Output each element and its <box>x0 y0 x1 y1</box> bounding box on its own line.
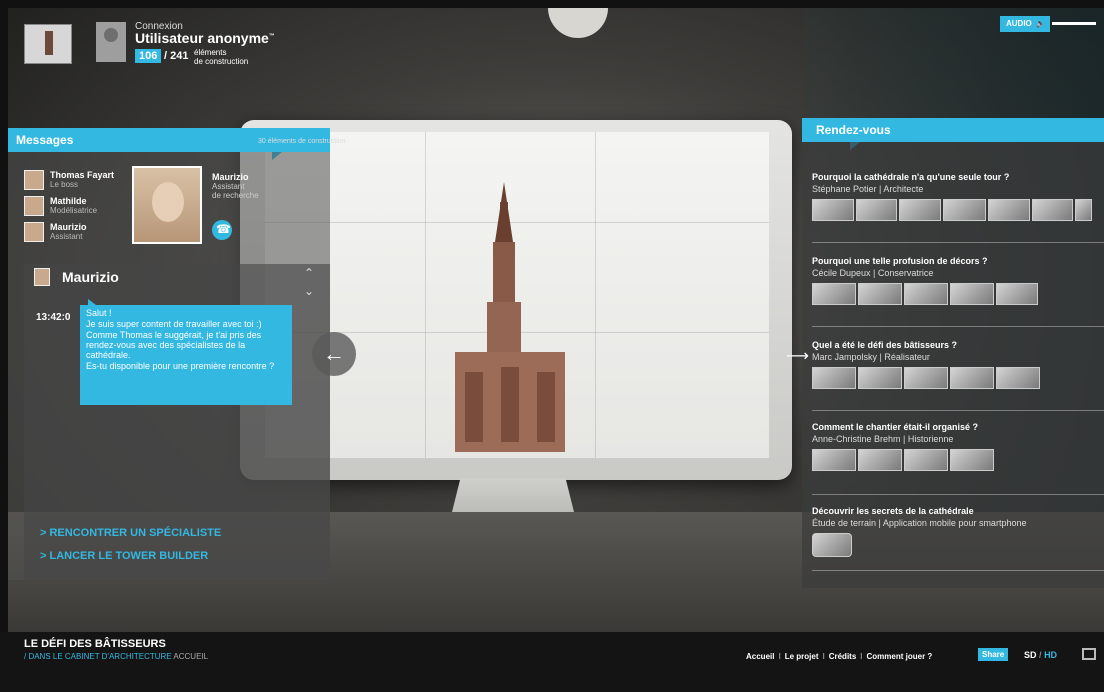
chat-contact-avatar <box>34 268 50 286</box>
contact-avatar <box>24 196 44 216</box>
footer-nav: Accueil I Le projet I Crédits I Comment jou… <box>746 652 933 661</box>
breadcrumb: / DANS LE CABINET D'ARCHITECTURE ACCUEIL <box>24 652 209 661</box>
message-time: 13:42:0 <box>36 312 71 323</box>
contact-avatar <box>24 170 44 190</box>
nav-credits[interactable]: Crédits <box>829 652 857 661</box>
rendezvous-item[interactable]: Découvrir les secrets de la cathédrale É… <box>812 506 1092 557</box>
fullscreen-icon[interactable] <box>1082 648 1096 660</box>
chat-contact-name: Maurizio <box>62 269 119 285</box>
audio-toggle[interactable]: AUDIO 🔈 <box>1000 16 1050 32</box>
divider <box>812 410 1104 411</box>
user-name: Utilisateur anonyme™ <box>135 30 275 46</box>
chevron-up-icon[interactable]: ⌃ <box>304 266 314 280</box>
rendezvous-thumbnails <box>812 199 1092 221</box>
rendezvous-thumbnails <box>812 449 1092 471</box>
contact-avatar <box>24 222 44 242</box>
meet-specialist-link[interactable]: > RENCONTRER UN SPÉCIALISTE <box>40 527 221 539</box>
contact-item-mathilde[interactable]: Mathilde Modélisatrice <box>24 196 97 216</box>
chevron-down-icon[interactable]: ⌄ <box>304 284 314 298</box>
monitor-screen <box>265 132 769 458</box>
elements-label: éléments de construction <box>194 48 249 66</box>
rendezvous-item[interactable]: Pourquoi la cathédrale n'a qu'une seule … <box>812 172 1092 221</box>
rendezvous-item[interactable]: Comment le chantier était-il organisé ? … <box>812 422 1092 471</box>
divider <box>812 570 1104 571</box>
elements-total: / 241 <box>164 50 189 62</box>
rendezvous-item[interactable]: Pourquoi une telle profusion de décors ?… <box>812 256 1092 305</box>
divider <box>812 326 1104 327</box>
phone-icon[interactable] <box>212 220 232 240</box>
rendezvous-thumbnails <box>812 533 1092 557</box>
tower-builder-link[interactable]: > LANCER LE TOWER BUILDER <box>40 550 208 562</box>
nav-comment-jouer[interactable]: Comment jouer ? <box>867 652 933 661</box>
location-thumbnail[interactable] <box>24 24 72 64</box>
nav-le-projet[interactable]: Le projet <box>785 652 819 661</box>
quality-toggle[interactable]: SD / HD <box>1024 650 1057 660</box>
contact-item-maurizio[interactable]: Maurizio Assistant <box>24 222 87 242</box>
rendezvous-thumbnails <box>812 283 1092 305</box>
nav-accueil[interactable]: Accueil <box>746 652 774 661</box>
selected-contact-photo <box>132 166 202 244</box>
contact-item-thomas[interactable]: Thomas Fayart Le boss <box>24 170 114 190</box>
elements-collected: 106 <box>135 49 162 63</box>
share-button[interactable]: Share <box>978 648 1009 661</box>
rendezvous-thumbnails <box>812 367 1092 389</box>
speaker-icon: 🔈 <box>1035 19 1046 28</box>
message-bubble: Salut ! Je suis super content de travail… <box>80 299 292 405</box>
user-avatar[interactable] <box>96 22 126 62</box>
divider <box>812 494 1104 495</box>
back-arrow-icon[interactable]: ← <box>312 332 356 376</box>
desk-lamp <box>548 8 608 38</box>
contact-elements-count: 30 éléments de construction <box>258 138 346 145</box>
cathedral-drawing <box>455 182 565 452</box>
volume-slider[interactable] <box>1052 22 1096 25</box>
selected-contact-role: Assistant de recherche <box>212 182 259 200</box>
app-title: LE DÉFI DES BÂTISSEURS <box>24 638 166 650</box>
rendezvous-header: Rendez-vous <box>802 118 1104 150</box>
divider <box>812 242 1104 243</box>
breadcrumb-home[interactable]: ACCUEIL <box>173 652 208 661</box>
rendezvous-item[interactable]: Quel a été le défi des bâtisseurs ? Marc… <box>812 340 1092 389</box>
arrow-right-icon: ⟶ <box>786 348 809 365</box>
selected-contact-name: Maurizio <box>212 172 249 182</box>
